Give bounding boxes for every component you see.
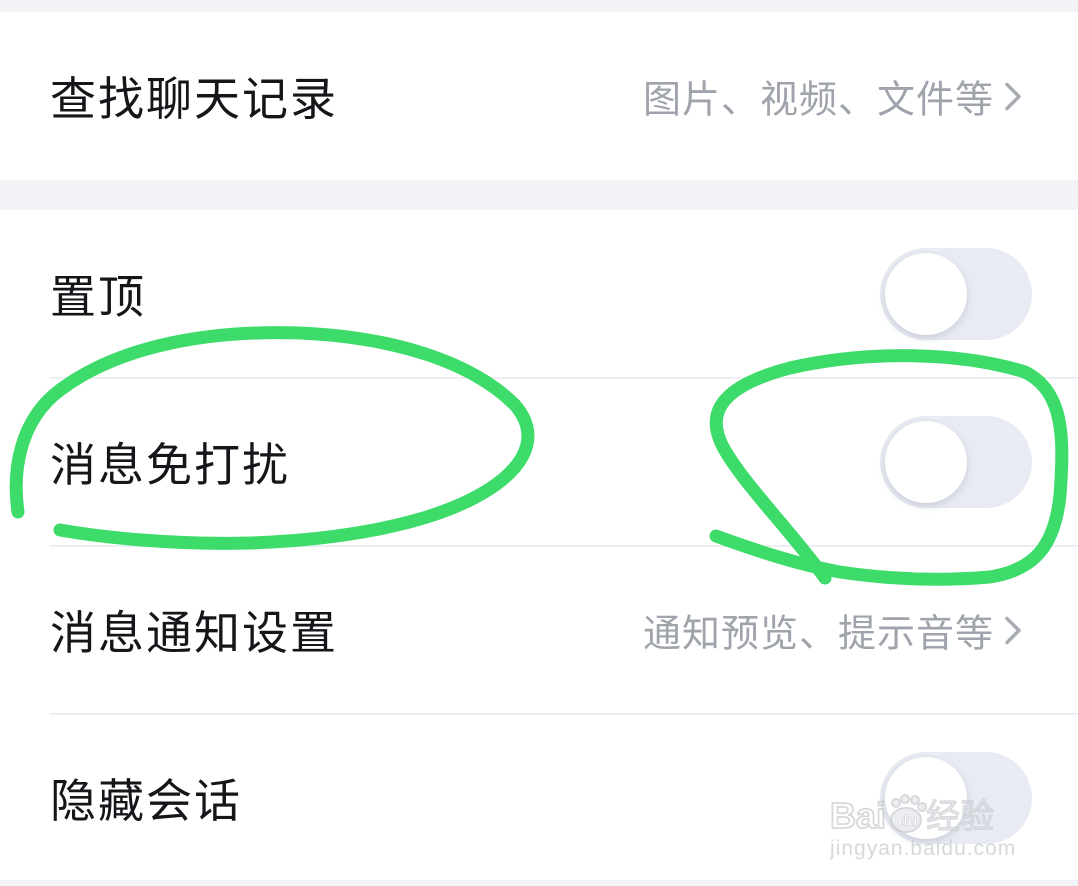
settings-group-search: 查找聊天记录 图片、视频、文件等 <box>0 12 1078 180</box>
hide-chat-row: 隐藏会话 <box>0 714 1078 882</box>
pin-chat-toggle[interactable] <box>880 248 1032 340</box>
search-chat-history-label: 查找聊天记录 <box>50 72 338 126</box>
search-chat-history-hint: 图片、视频、文件等 <box>642 77 994 122</box>
search-chat-history-detail: 图片、视频、文件等 <box>643 69 1028 124</box>
chevron-right-icon <box>1005 82 1021 110</box>
settings-group-chat-options: 置顶 消息免打扰 消息通知设置 通知预览、提示音等 隐藏会话 <box>0 210 1078 880</box>
notification-settings-row[interactable]: 消息通知设置 通知预览、提示音等 <box>0 546 1078 714</box>
pin-chat-row: 置顶 <box>0 210 1078 378</box>
toggle-knob <box>885 421 967 503</box>
notification-settings-label: 消息通知设置 <box>50 606 338 660</box>
search-chat-history-row[interactable]: 查找聊天记录 图片、视频、文件等 <box>0 12 1078 180</box>
notification-settings-hint: 通知预览、提示音等 <box>642 611 994 656</box>
hide-chat-label: 隐藏会话 <box>50 774 242 828</box>
pin-chat-label: 置顶 <box>50 270 146 324</box>
do-not-disturb-row: 消息免打扰 <box>0 378 1078 546</box>
do-not-disturb-label: 消息免打扰 <box>50 438 290 492</box>
toggle-knob <box>885 757 967 839</box>
notification-settings-detail: 通知预览、提示音等 <box>643 603 1028 658</box>
do-not-disturb-toggle[interactable] <box>880 416 1032 508</box>
hide-chat-toggle[interactable] <box>880 752 1032 844</box>
toggle-knob <box>885 253 967 335</box>
chevron-right-icon <box>1005 616 1021 644</box>
